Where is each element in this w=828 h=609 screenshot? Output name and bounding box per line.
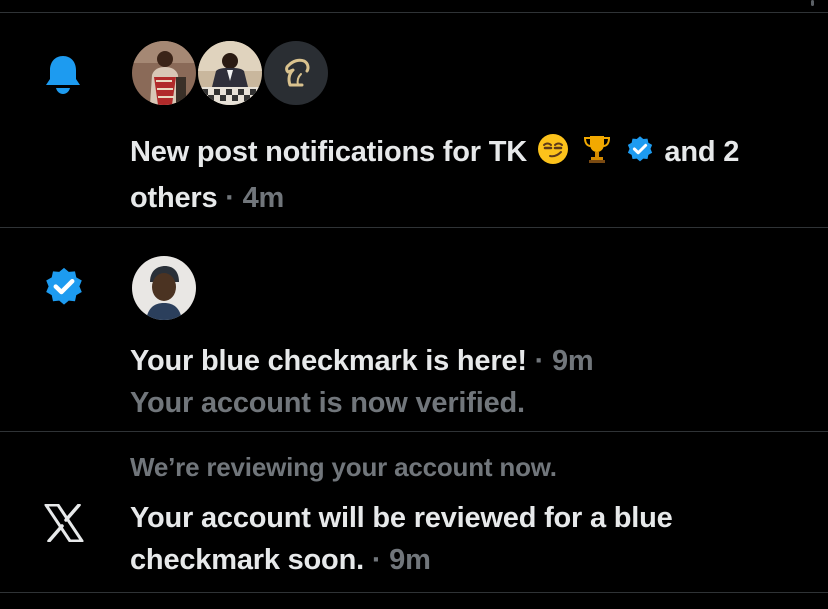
- notification-time: 4m: [242, 182, 285, 214]
- notification-time: 9m: [552, 345, 594, 377]
- bell-icon: [44, 53, 82, 100]
- avatar-group: [132, 256, 198, 320]
- x-logo-icon: [44, 503, 84, 547]
- notification-item-new-posts[interactable]: New post notifications for TK and 2 othe…: [0, 13, 828, 227]
- notification-subtitle: Your account is now verified.: [130, 387, 525, 419]
- notification-title: New post notifications for TK: [130, 136, 527, 168]
- divider: [0, 592, 828, 593]
- time-separator: ·: [225, 182, 235, 214]
- notification-text: Your account will be reviewed for a blue…: [130, 497, 814, 581]
- notification-title: Your blue checkmark is here!: [130, 345, 527, 377]
- time-separator: ·: [371, 544, 382, 576]
- notification-text: Your blue checkmark is here! · 9m Your a…: [130, 340, 814, 424]
- avatar-horse-logo[interactable]: [264, 41, 328, 105]
- smirk-emoji: [537, 133, 569, 177]
- scroll-indicator[interactable]: [811, 0, 814, 6]
- notification-item-review[interactable]: We’re reviewing your account now. Your a…: [0, 432, 828, 592]
- avatar-group: [132, 41, 330, 105]
- avatar-user-hat[interactable]: [132, 256, 196, 320]
- notification-text: New post notifications for TK and 2 othe…: [130, 131, 814, 219]
- avatar-person-chess[interactable]: [198, 41, 262, 105]
- notification-time: 9m: [389, 544, 431, 576]
- verified-badge-icon: [42, 266, 86, 315]
- time-separator: ·: [534, 345, 545, 377]
- trophy-emoji: [581, 133, 613, 177]
- avatar-person-portrait[interactable]: [132, 41, 196, 105]
- verified-badge-icon: [625, 135, 655, 177]
- notification-preface: We’re reviewing your account now.: [130, 452, 557, 482]
- notification-item-verified[interactable]: Your blue checkmark is here! · 9m Your a…: [0, 228, 828, 431]
